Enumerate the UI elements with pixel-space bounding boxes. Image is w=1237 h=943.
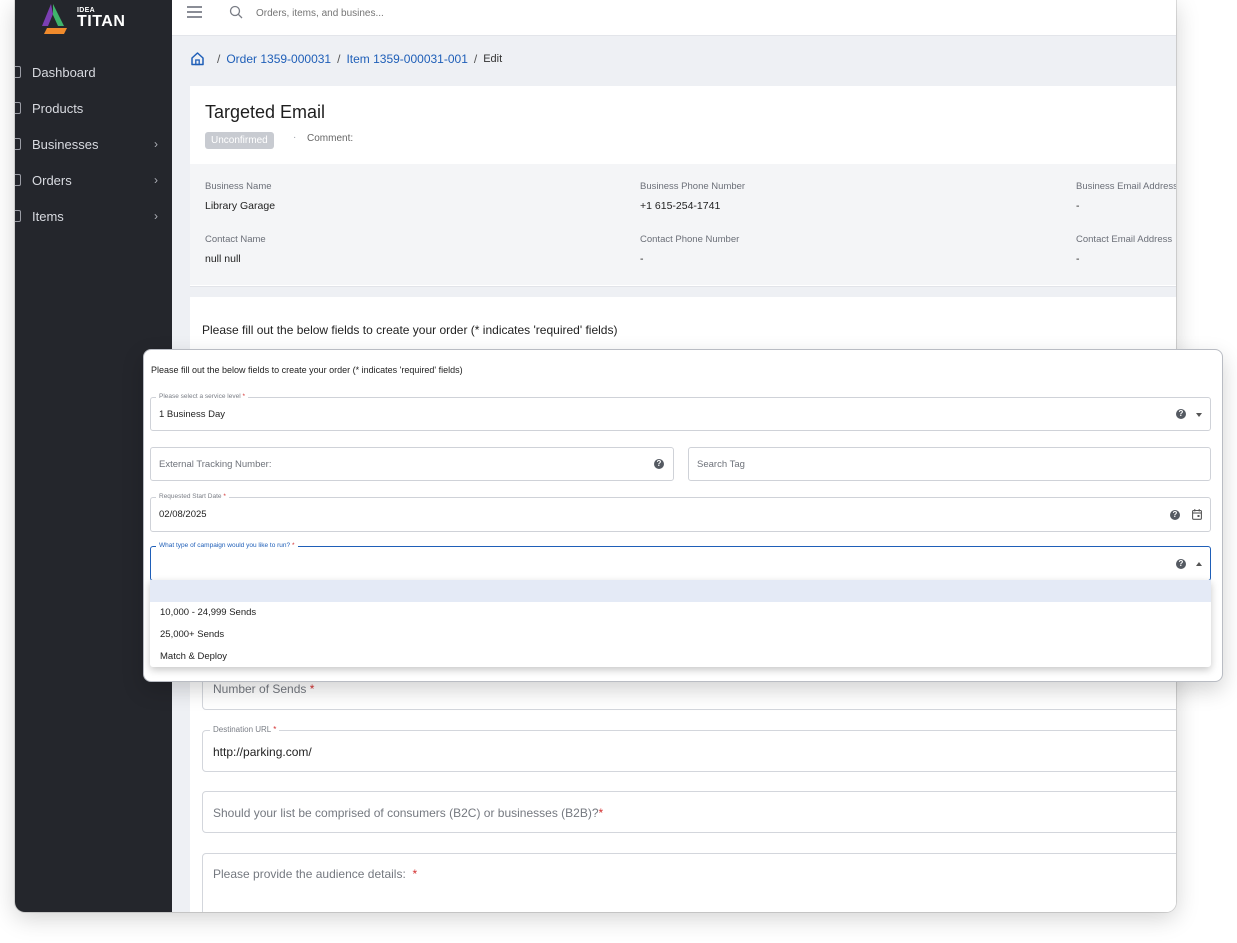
contact-email-value: - [1076, 253, 1080, 265]
chevron-right-icon: › [154, 209, 158, 223]
breadcrumb-item-link[interactable]: Item 1359-000031-001 [346, 52, 467, 66]
help-icon[interactable]: ? [654, 459, 664, 469]
sidebar-nav: Dashboard Products Businesses › Orders ›… [15, 54, 172, 234]
contact-name-value: null null [205, 253, 241, 265]
products-icon [15, 102, 21, 114]
items-icon [15, 210, 21, 222]
number-of-sends-placeholder: Number of Sends * [213, 682, 315, 696]
breadcrumb-separator: / [217, 51, 221, 66]
destination-url-field[interactable]: Destination URL * http://parking.com/ [202, 725, 1176, 772]
sidebar-item-label: Items [32, 208, 64, 224]
service-level-value: 1 Business Day [159, 409, 226, 420]
contact-email-cell: Contact Email Address - [1076, 234, 1172, 265]
businesses-icon [15, 138, 21, 150]
help-icon[interactable]: ? [1176, 409, 1186, 419]
form-overlay-panel: Please fill out the below fields to crea… [143, 349, 1223, 682]
sidebar-item-label: Businesses [32, 136, 99, 152]
contact-name-cell: Contact Name null null [205, 234, 266, 265]
breadcrumb-separator: / [473, 51, 478, 66]
list-item-empty[interactable] [150, 580, 1211, 602]
info-label: Contact Name [205, 234, 266, 245]
list-item[interactable]: 10,000 - 24,999 Sends [150, 602, 1211, 624]
breadcrumb-current: Edit [483, 52, 503, 65]
breadcrumb-order-link[interactable]: Order 1359-000031 [226, 52, 331, 66]
breadcrumb-separator: / [337, 51, 341, 66]
sidebar-item-label: Products [32, 100, 84, 116]
sidebar-item-label: Dashboard [32, 64, 96, 80]
external-tracking-input[interactable]: External Tracking Number: ? [150, 447, 674, 481]
b2c-b2b-field[interactable]: Should your list be comprised of consume… [202, 791, 1176, 833]
campaign-options-list: 10,000 - 24,999 Sends 25,000+ Sends Matc… [150, 580, 1211, 667]
global-search-input[interactable] [254, 3, 558, 23]
chevron-up-icon [1196, 562, 1202, 566]
home-icon[interactable] [190, 51, 205, 66]
list-item[interactable]: Match & Deploy [150, 646, 1211, 667]
contact-phone-cell: Contact Phone Number - [640, 234, 739, 265]
status-badge: Unconfirmed [205, 132, 274, 149]
search-icon [229, 5, 243, 19]
business-name-cell: Business Name Library Garage [205, 181, 275, 212]
orders-icon [15, 174, 21, 186]
chevron-right-icon: › [154, 173, 158, 187]
overlay-intro-text: Please fill out the below fields to crea… [151, 365, 463, 375]
form-intro-text: Please fill out the below fields to crea… [202, 323, 618, 337]
service-level-select[interactable]: Please select a service level * 1 Busine… [150, 393, 1211, 431]
start-date-label: Requested Start Date * [156, 493, 229, 500]
chevron-down-icon [1196, 413, 1202, 417]
help-icon[interactable]: ? [1176, 559, 1186, 569]
sidebar-item-items[interactable]: Items › [15, 198, 172, 234]
item-header-card: Targeted Email Unconfirmed · Comment: Bu… [190, 86, 1176, 287]
topbar [172, 0, 1176, 36]
calendar-icon[interactable] [1192, 509, 1202, 520]
business-email-value: - [1076, 200, 1080, 212]
page-title: Targeted Email [205, 102, 326, 122]
campaign-type-select[interactable]: What type of campaign would you like to … [150, 542, 1211, 581]
comment-label: Comment: [307, 133, 354, 144]
business-info-panel: Business Name Library Garage Business Ph… [190, 164, 1176, 285]
search-tag-placeholder: Search Tag [697, 459, 745, 470]
business-phone-cell: Business Phone Number +1 615-254-1741 [640, 181, 745, 212]
dashboard-icon [15, 66, 21, 78]
service-level-label: Please select a service level * [156, 393, 248, 400]
info-label: Business Phone Number [640, 181, 746, 192]
breadcrumb: / Order 1359-000031 / Item 1359-000031-0… [190, 51, 502, 66]
campaign-type-label: What type of campaign would you like to … [156, 542, 298, 549]
help-icon[interactable]: ? [1170, 510, 1180, 520]
business-phone-value: +1 615-254-1741 [640, 200, 721, 212]
brand-name: TITAN [77, 13, 126, 30]
list-item[interactable]: 25,000+ Sends [150, 624, 1211, 646]
contact-phone-value: - [640, 253, 644, 265]
separator-dot: · [293, 132, 297, 143]
brand-logo[interactable]: IDEA TITAN [39, 2, 139, 34]
sidebar-item-businesses[interactable]: Businesses › [15, 126, 172, 162]
search-tag-input[interactable]: Search Tag [688, 447, 1211, 481]
b2c-b2b-placeholder: Should your list be comprised of consume… [213, 806, 604, 820]
audience-details-placeholder: Please provide the audience details: * [213, 867, 418, 881]
audience-details-textarea[interactable]: Please provide the audience details: * [202, 853, 1176, 912]
chevron-right-icon: › [154, 137, 158, 151]
sidebar-item-products[interactable]: Products [15, 90, 172, 126]
info-label: Business Name [205, 181, 272, 192]
sidebar-item-label: Orders [32, 172, 72, 188]
logo-mark-icon [42, 4, 67, 34]
menu-icon[interactable] [187, 6, 202, 18]
business-name-value: Library Garage [205, 200, 276, 212]
start-date-input[interactable]: Requested Start Date * 02/08/2025 ? [150, 493, 1211, 532]
sidebar-item-orders[interactable]: Orders › [15, 162, 172, 198]
start-date-value: 02/08/2025 [159, 509, 207, 520]
external-tracking-placeholder: External Tracking Number: [159, 459, 272, 470]
destination-url-label: Destination URL * [210, 725, 280, 734]
business-email-cell: Business Email Address - [1076, 181, 1176, 212]
sidebar-item-dashboard[interactable]: Dashboard [15, 54, 172, 90]
info-label: Contact Phone Number [640, 234, 740, 245]
info-label: Business Email Address [1076, 181, 1176, 192]
destination-url-value: http://parking.com/ [213, 745, 312, 759]
info-label: Contact Email Address [1076, 234, 1173, 245]
